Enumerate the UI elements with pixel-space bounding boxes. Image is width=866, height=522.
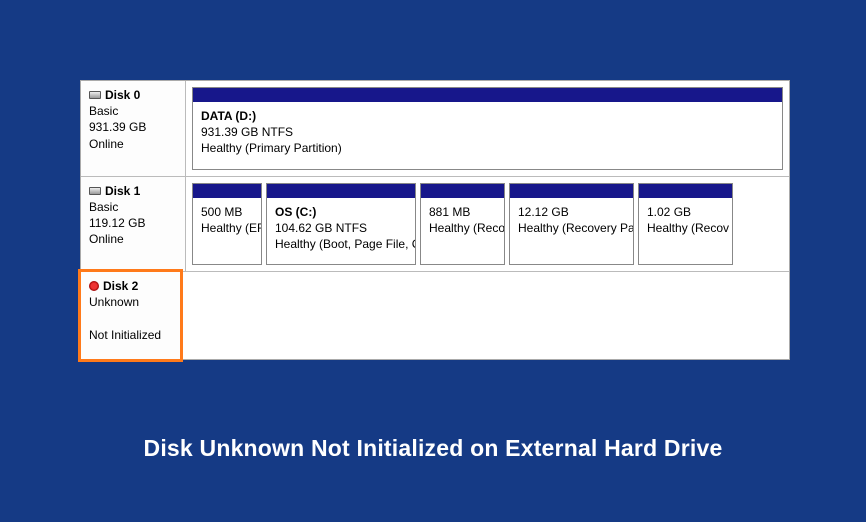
volume-status: Healthy (EFI xyxy=(201,220,253,236)
volume-status: Healthy (Recovery Pa xyxy=(518,220,625,236)
disk-info[interactable]: Disk 0Basic931.39 GBOnline xyxy=(81,81,186,176)
volume-body: DATA (D:)931.39 GB NTFSHealthy (Primary … xyxy=(193,102,782,169)
disk-type: Basic xyxy=(89,199,177,215)
volume-status: Healthy (Primary Partition) xyxy=(201,140,774,156)
volume[interactable]: 12.12 GBHealthy (Recovery Pa xyxy=(509,183,634,266)
volume-body: 500 MBHealthy (EFI xyxy=(193,198,261,248)
volume-status: Healthy (Recov xyxy=(647,220,724,236)
volume-header-bar xyxy=(267,184,415,198)
volume-size: 104.62 GB NTFS xyxy=(275,220,407,236)
volume-header-bar xyxy=(639,184,732,198)
disk-management-panel: Disk 0Basic931.39 GBOnlineDATA (D:)931.3… xyxy=(80,80,790,360)
volume-status: Healthy (Boot, Page File, C xyxy=(275,236,407,252)
disk-status: Online xyxy=(89,136,177,152)
disk-size: 119.12 GB xyxy=(89,215,177,231)
disk-name-line: Disk 1 xyxy=(89,183,177,199)
volume-area: 500 MBHealthy (EFIOS (C:)104.62 GB NTFSH… xyxy=(186,177,789,272)
volume[interactable]: DATA (D:)931.39 GB NTFSHealthy (Primary … xyxy=(192,87,783,170)
disk-error-icon xyxy=(89,281,99,291)
disk-name: Disk 1 xyxy=(105,183,140,199)
volume-size: 1.02 GB xyxy=(647,204,724,220)
volume-size: 500 MB xyxy=(201,204,253,220)
volume[interactable]: 500 MBHealthy (EFI xyxy=(192,183,262,266)
volume-header-bar xyxy=(421,184,504,198)
page-caption: Disk Unknown Not Initialized on External… xyxy=(0,435,866,462)
volume-header-bar xyxy=(193,184,261,198)
disk-status: Not Initialized xyxy=(89,327,172,343)
disk-name: Disk 2 xyxy=(103,278,138,294)
disk-type: Unknown xyxy=(89,294,172,310)
volume-size: 881 MB xyxy=(429,204,496,220)
disk-icon xyxy=(89,91,101,99)
volume[interactable]: 881 MBHealthy (Reco xyxy=(420,183,505,266)
disk-name-line: Disk 2 xyxy=(89,278,172,294)
volume-title: DATA (D:) xyxy=(201,108,774,124)
volume-header-bar xyxy=(510,184,633,198)
disk-row[interactable]: Disk 0Basic931.39 GBOnlineDATA (D:)931.3… xyxy=(81,81,789,177)
volume[interactable]: 1.02 GBHealthy (Recov xyxy=(638,183,733,266)
volume-body: 881 MBHealthy (Reco xyxy=(421,198,504,248)
volume-area: DATA (D:)931.39 GB NTFSHealthy (Primary … xyxy=(186,81,789,176)
volume-size: 12.12 GB xyxy=(518,204,625,220)
disk-type: Basic xyxy=(89,103,177,119)
disk-name: Disk 0 xyxy=(105,87,140,103)
disk-info[interactable]: Disk 1Basic119.12 GBOnline xyxy=(81,177,186,272)
volume-body: 12.12 GBHealthy (Recovery Pa xyxy=(510,198,633,248)
volume-body: OS (C:)104.62 GB NTFSHealthy (Boot, Page… xyxy=(267,198,415,265)
disk-status: Online xyxy=(89,231,177,247)
disk-row[interactable]: Disk 2Unknown Not Initialized xyxy=(81,272,789,359)
disk-row[interactable]: Disk 1Basic119.12 GBOnline500 MBHealthy … xyxy=(81,177,789,273)
volume[interactable]: OS (C:)104.62 GB NTFSHealthy (Boot, Page… xyxy=(266,183,416,266)
disk-info[interactable]: Disk 2Unknown Not Initialized xyxy=(78,269,183,362)
disk-name-line: Disk 0 xyxy=(89,87,177,103)
volume-body: 1.02 GBHealthy (Recov xyxy=(639,198,732,248)
disk-size: 931.39 GB xyxy=(89,119,177,135)
volume-status: Healthy (Reco xyxy=(429,220,496,236)
disk-icon xyxy=(89,187,101,195)
volume-header-bar xyxy=(193,88,782,102)
volume-area xyxy=(180,272,789,359)
volume-size: 931.39 GB NTFS xyxy=(201,124,774,140)
volume-title: OS (C:) xyxy=(275,204,407,220)
